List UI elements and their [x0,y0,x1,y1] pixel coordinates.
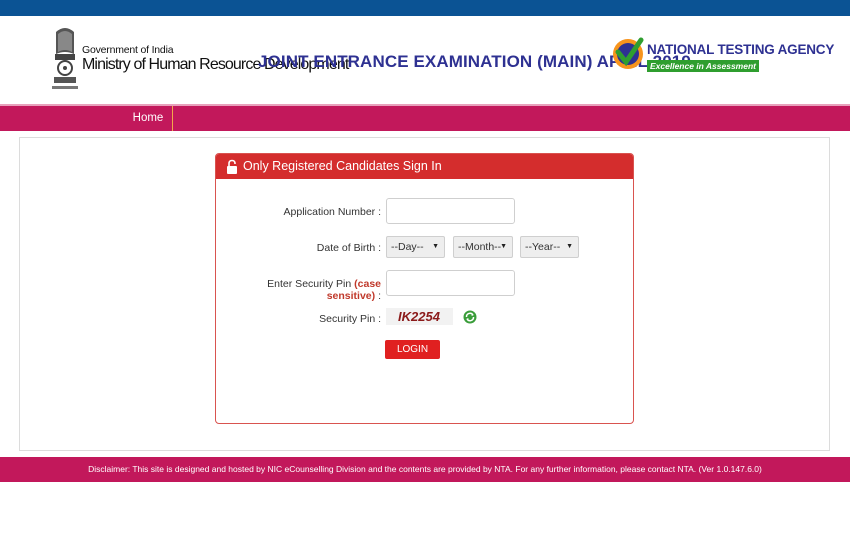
signin-panel-header: Only Registered Candidates Sign In [216,154,633,179]
captcha-label: Security Pin : [319,313,381,325]
top-stripe [0,0,850,16]
nta-logo-icon [613,37,644,69]
signin-panel-title: Only Registered Candidates Sign In [243,159,442,173]
chevron-down-icon: ▼ [566,243,573,250]
national-emblem-icon [52,28,78,89]
dob-year-value: --Year-- [525,241,561,253]
captcha-image: IK2254 [386,308,453,325]
refresh-icon[interactable] [463,310,477,324]
agency-tagline: Excellence in Assessment [647,60,759,72]
chevron-down-icon: ▼ [432,243,439,250]
main-navbar: Home [0,104,850,131]
footer-disclaimer: Disclaimer: This site is designed and ho… [0,457,850,482]
login-button[interactable]: LOGIN [385,340,440,359]
agency-name: NATIONAL TESTING AGENCY [647,42,835,57]
security-pin-label-colon: : [378,290,381,302]
dob-year-select[interactable]: --Year-- ▼ [520,236,579,258]
nav-home-link[interactable]: Home [124,106,173,131]
application-number-label: Application Number : [283,206,381,218]
lock-icon [227,159,237,174]
security-pin-label: Enter Security Pin (case sensitive) : [226,278,381,302]
dob-day-select[interactable]: --Day-- ▼ [386,236,445,258]
site-header: Government of India Ministry of Human Re… [0,16,850,104]
security-pin-label-text: Enter Security Pin [267,278,352,290]
date-of-birth-label: Date of Birth : [316,242,381,254]
dob-month-select[interactable]: --Month-- ▼ [453,236,513,258]
chevron-down-icon: ▼ [500,243,507,250]
dob-month-value: --Month-- [458,241,502,253]
application-number-input[interactable] [386,198,515,224]
dob-day-value: --Day-- [391,241,424,253]
security-pin-input[interactable] [386,270,515,296]
